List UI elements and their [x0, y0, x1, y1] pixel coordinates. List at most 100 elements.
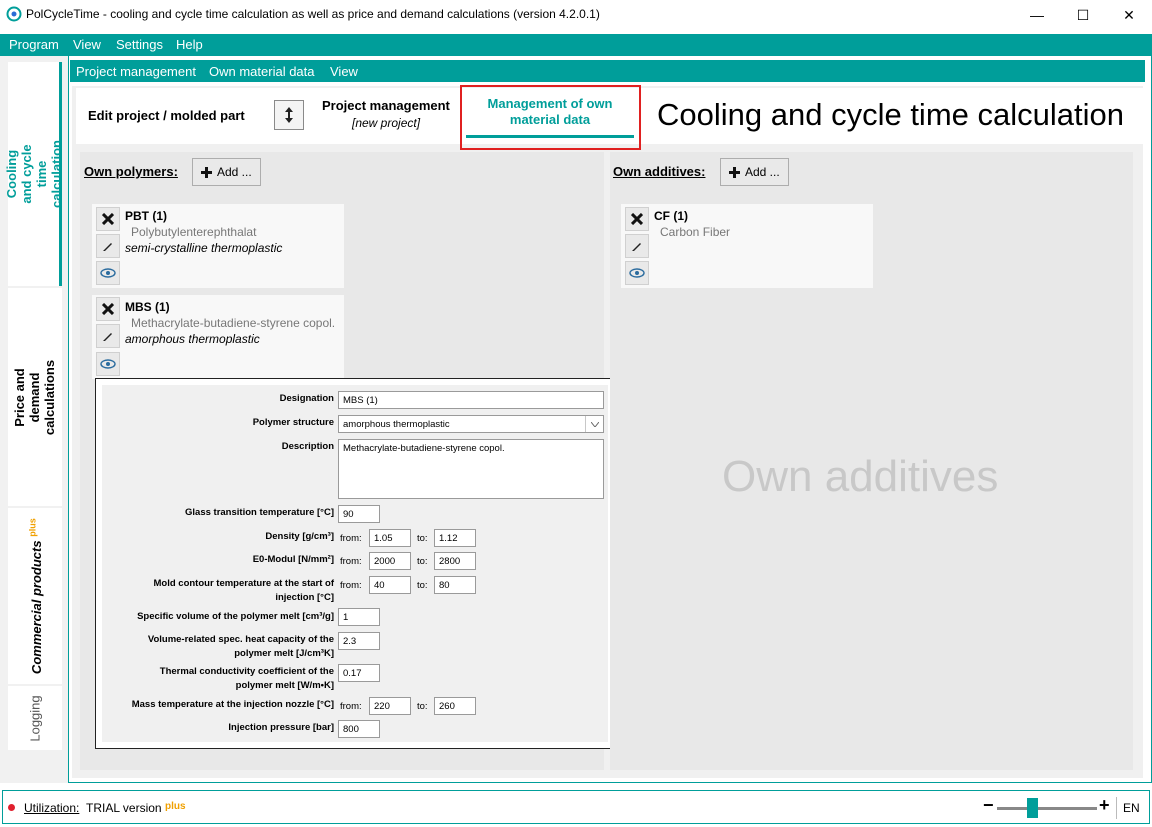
zoom-in-icon[interactable]: + — [1099, 795, 1110, 816]
sidebar-tab-commercial-label: Commercial products — [29, 540, 45, 674]
mold-from-input[interactable]: 40 — [369, 576, 411, 594]
view-cf-button[interactable] — [625, 261, 649, 285]
edit-mbs-button[interactable] — [96, 324, 120, 348]
structure-select[interactable]: amorphous thermoplastic — [338, 415, 604, 433]
mold-label-line2: injection [°C] — [275, 592, 334, 603]
zoom-out-icon[interactable]: − — [983, 795, 994, 816]
header: Edit project / molded part Project manag… — [76, 85, 1144, 150]
plus-badge: plus — [27, 518, 38, 537]
polymer-detail-form: Designation Polymer structure Descriptio… — [102, 385, 608, 742]
mold-to-input[interactable]: 80 — [434, 576, 476, 594]
menu-program[interactable]: Program — [9, 37, 59, 52]
sidebar: Cooling and cycle time calculation Price… — [0, 56, 68, 783]
edit-cf-button[interactable] — [625, 234, 649, 258]
polymer-mbs-structure: amorphous thermoplastic — [125, 332, 260, 346]
eye-icon — [100, 359, 116, 369]
mold-label-line1: Mold contour temperature at the start of — [153, 578, 334, 589]
sidebar-tab-cooling-label: Cooling and cycle time calculation — [3, 140, 64, 208]
delete-icon — [102, 213, 114, 225]
sidebar-tab-cooling[interactable]: Cooling and cycle time calculation — [4, 62, 64, 286]
delete-cf-button[interactable] — [625, 207, 649, 231]
polymer-pbt-fullname: Polybutylenterephthalat — [131, 225, 257, 239]
own-additives-heading: Own additives: — [613, 164, 706, 179]
minimize-icon: — — [1030, 7, 1044, 23]
status-bar: Utilization: TRIAL version plus − + EN — [2, 790, 1150, 824]
sidebar-tab-logging[interactable]: Logging — [8, 686, 62, 750]
glass-label: Glass transition temperature [°C] — [185, 507, 334, 518]
structure-select-value: amorphous thermoplastic — [343, 419, 450, 430]
tab-own-material[interactable]: Management of own material data — [466, 96, 634, 138]
density-from-label: from: — [340, 533, 362, 544]
structure-label: Polymer structure — [252, 417, 334, 428]
e0-to-input[interactable]: 2800 — [434, 552, 476, 570]
polymer-mbs-fullname: Methacrylate-butadiene-styrene copol. — [131, 316, 336, 330]
edit-project-label[interactable]: Edit project / molded part — [88, 108, 245, 123]
heatcap-input[interactable]: 2.3 — [338, 632, 380, 650]
close-button[interactable]: ✕ — [1106, 0, 1152, 30]
edit-pbt-button[interactable] — [96, 234, 120, 258]
zoom-slider-track[interactable] — [997, 807, 1097, 810]
zoom-slider-thumb[interactable] — [1027, 798, 1038, 818]
delete-icon — [102, 303, 114, 315]
delete-mbs-button[interactable] — [96, 297, 120, 321]
mass-from-input[interactable]: 220 — [369, 697, 411, 715]
sidebar-tab-commercial-content: Commercial products plus — [26, 518, 44, 674]
status-divider — [1116, 797, 1117, 819]
plus-icon — [201, 166, 212, 178]
thermal-label-line2: polymer melt [W/m•K] — [235, 680, 334, 691]
chevron-down-icon[interactable] — [585, 416, 603, 432]
app-icon — [6, 6, 22, 22]
polymer-mbs-name: MBS (1) — [125, 300, 170, 314]
glass-input[interactable]: 90 — [338, 505, 380, 523]
description-textarea[interactable]: Methacrylate-butadiene-styrene copol. — [338, 439, 604, 499]
polymer-pbt-structure: semi-crystalline thermoplastic — [125, 241, 283, 255]
specvol-input[interactable]: 1 — [338, 608, 380, 626]
heatcap-label-line1: Volume-related spec. heat capacity of th… — [147, 634, 334, 645]
delete-pbt-button[interactable] — [96, 207, 120, 231]
minimize-button[interactable]: — — [1014, 0, 1060, 30]
page-title: Cooling and cycle time calculation — [657, 97, 1124, 132]
utilization-link[interactable]: Utilization: — [24, 801, 79, 815]
submenu-own-material-data[interactable]: Own material data — [209, 64, 315, 79]
pencil-icon — [103, 243, 112, 251]
add-polymer-button[interactable]: Add ... — [192, 158, 261, 186]
menu-settings[interactable]: Settings — [116, 37, 163, 52]
mass-to-input[interactable]: 260 — [434, 697, 476, 715]
heatcap-label-line2: polymer melt [J/cm³K] — [234, 648, 334, 659]
sidebar-tab-logging-label: Logging — [27, 694, 43, 742]
mass-label: Mass temperature at the injection nozzle… — [131, 699, 334, 710]
designation-input[interactable]: MBS (1) — [338, 391, 604, 409]
submenu-view[interactable]: View — [330, 64, 358, 79]
injection-input[interactable]: 800 — [338, 720, 380, 738]
sidebar-tab-price[interactable]: Price and demand calculations — [8, 288, 62, 506]
view-mbs-button[interactable] — [96, 352, 120, 376]
menu-view[interactable]: View — [73, 37, 101, 52]
version-text: TRIAL version — [86, 801, 162, 815]
swap-button[interactable] — [274, 100, 304, 130]
additive-cf-name: CF (1) — [654, 209, 688, 223]
title-bar: PolCycleTime - cooling and cycle time ca… — [0, 0, 1152, 30]
plus-icon — [729, 166, 740, 178]
mold-from-label: from: — [340, 580, 362, 591]
e0-from-input[interactable]: 2000 — [369, 552, 411, 570]
specvol-label: Specific volume of the polymer melt [cm³… — [137, 611, 334, 622]
add-additive-button[interactable]: Add ... — [720, 158, 789, 186]
project-management-label[interactable]: Project management — [322, 98, 450, 113]
density-from-input[interactable]: 1.05 — [369, 529, 411, 547]
maximize-button[interactable]: ☐ — [1060, 0, 1106, 30]
sub-menu-bar: Project management Own material data Vie… — [70, 60, 1145, 82]
thermal-label-line1: Thermal conductivity coefficient of the — [159, 666, 334, 677]
menu-help[interactable]: Help — [176, 37, 203, 52]
density-to-input[interactable]: 1.12 — [434, 529, 476, 547]
submenu-project-management[interactable]: Project management — [76, 64, 196, 79]
thermal-input[interactable]: 0.17 — [338, 664, 380, 682]
form-labels: Designation Polymer structure Descriptio… — [102, 385, 334, 742]
view-pbt-button[interactable] — [96, 261, 120, 285]
own-polymers-heading: Own polymers: — [84, 164, 178, 179]
sidebar-tab-commercial[interactable]: Commercial products plus — [8, 508, 62, 684]
eye-icon — [629, 268, 645, 278]
language-selector[interactable]: EN — [1123, 801, 1140, 815]
polymer-detail-popup: Designation Polymer structure Descriptio… — [95, 378, 615, 749]
add-polymer-label: Add ... — [217, 165, 252, 179]
delete-icon — [631, 213, 643, 225]
